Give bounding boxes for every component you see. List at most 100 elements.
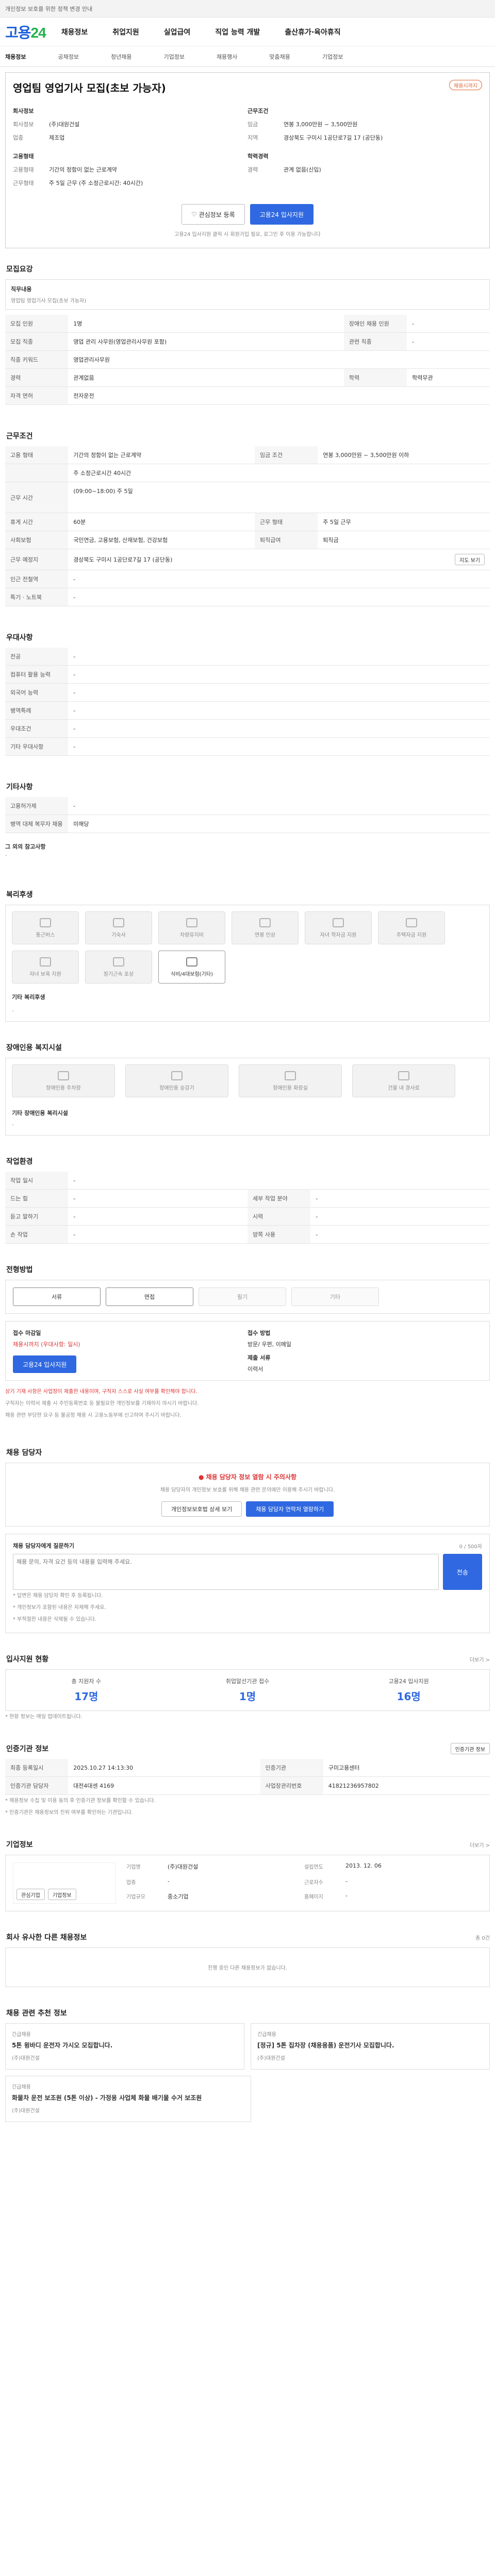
contact-box: ● 채용 담당자 정보 열람 시 주의사항 채용 담당자의 개인정보 보호를 위… <box>5 1463 490 1527</box>
rec-row: 긴급채용 화물차 운전 보조원 (5톤 이상) - 가정용 사업체 화물 배기물… <box>5 2076 490 2122</box>
disability-title: 장애인용 복지시설 <box>6 1044 62 1052</box>
rec-card[interactable]: 긴급채용 5톤 윙바디 운전자 가시오 모집합니다. (주)대원건설 <box>5 2023 244 2070</box>
table-row: 직종 키워드 영업관리사무원 <box>5 350 490 369</box>
map-button[interactable]: 지도 보기 <box>455 554 485 565</box>
other-etc-label: 그 외의 참고사항 <box>5 843 46 850</box>
company-logo-area: 관심기업 기업정보 <box>13 1862 116 1904</box>
disability-box: 장애인용 주차장 장애인용 승강기 장애인용 화장실 건물 내 경사로 기타 장… <box>5 1058 490 1136</box>
menu-item-benefit[interactable]: 실업급여 <box>164 27 191 37</box>
table-row: 전공 - <box>5 648 490 666</box>
table-row: 드는 힘 - 세부 작업 분야 - <box>5 1189 490 1208</box>
rec-card[interactable]: 긴급채용 [정규] 5톤 집차장 (채용용품) 운전기사 모집합니다. (주)대… <box>251 2023 490 2070</box>
company-name[interactable]: (주)대원건설 <box>49 120 79 128</box>
sub-item[interactable]: 공채정보 <box>58 53 78 61</box>
welfare-tile-active: 식비/4대보험(기타) <box>158 951 225 984</box>
deadline: 채용시까지 (우대사항: 일시) <box>13 1341 80 1348</box>
table-row: 특기 · 노트북 - <box>5 588 490 606</box>
table-row: 모집 직종 영업 관리 사무원(영업관리사무원 포함) 관련 직종 - <box>5 332 490 351</box>
sub-item[interactable]: 채용행사 <box>217 53 237 61</box>
table-row: 고용 형태 기간의 정함이 없는 근로계약 임금 조건 연봉 3,000만원 ~ 3,… <box>5 446 490 464</box>
tuition-icon <box>333 918 344 927</box>
welfare-tile: 자녀 보육 지원 <box>12 951 79 984</box>
founded-value: 2013. 12. 06 <box>345 1862 382 1869</box>
fav-company-button[interactable]: 관심기업 <box>16 1889 45 1900</box>
view-contact-button[interactable]: 채용 담당자 연락처 열람하기 <box>246 1501 334 1517</box>
sub-nav: 채용정보 공채정보 청년채용 기업정보 채용행사 맞춤채용 기업정보 <box>0 46 495 67</box>
table-row: 근무 시간 (09:00~18:00) 주 5일 <box>5 482 490 513</box>
table-row: 듣고 말하기 - 시력 - <box>5 1207 490 1226</box>
top-notice-bar: 개인정보 보호를 위한 정책 변경 안내 <box>0 0 495 18</box>
status-box: 총 지원자 수 17명 취업알선기관 접수 1명 고용24 입사지원 16명 <box>5 1669 490 1711</box>
recruit-table: 모집 인원 1명 장애인 채용 인원 - 모집 직종 영업 관리 사무원(영업관리사무원… <box>5 315 490 405</box>
dorm-icon <box>113 918 124 927</box>
raise-icon <box>259 918 271 927</box>
apply-note: 고용24 입사지원 클릭 시 회원가입 필요, 로그인 후 이용 가능합니다 <box>174 232 321 238</box>
employment-label: 고용형태 <box>13 153 34 160</box>
table-row: 주 소정근로시간 40시간 <box>5 464 490 482</box>
company-info-button[interactable]: 기업정보 <box>47 1889 76 1900</box>
table-row: 병역특례 - <box>5 701 490 720</box>
sub-item[interactable]: 채용정보 <box>5 53 26 61</box>
qna-input[interactable] <box>13 1554 439 1590</box>
site-logo[interactable]: 고용24 <box>5 22 46 42</box>
qna-send-button[interactable]: 전송 <box>442 1554 482 1590</box>
table-row: 기타 우대사항 - <box>5 737 490 756</box>
welfare-tile: 기숙사 <box>85 911 152 944</box>
table-row: 자격 면허 전자운전 <box>5 386 490 405</box>
privacy-detail-button[interactable]: 개인정보보호법 상세 보기 <box>161 1501 242 1517</box>
company-more-link[interactable]: 더보기 > <box>470 1841 490 1849</box>
menu-item-training[interactable]: 직업 능력 개발 <box>215 27 260 37</box>
contact-warning: ● 채용 담당자 정보 열람 시 주의사항 <box>198 1473 297 1481</box>
scrap-button[interactable]: ♡ 관심정보 등록 <box>182 204 245 225</box>
company-name-value: (주)대원건설 <box>168 1863 199 1870</box>
job-title-row: 영업팀 영업기사 모집(초보 가능자) 채용시까지 <box>13 80 482 95</box>
ramp-icon <box>398 1071 409 1080</box>
deadline-badge: 채용시까지 <box>449 80 482 90</box>
job-summary: 영업팀 영업기사 모집(초보 가능자) 채용시까지 회사정보 회사정보 (주)대원… <box>5 72 490 248</box>
welfare-tile: 장기근속 포상 <box>85 951 152 984</box>
menu-item-support[interactable]: 취업지원 <box>112 27 139 37</box>
contact-title: 채용 담당자 <box>6 1449 42 1457</box>
company-title: 기업정보 <box>6 1841 33 1849</box>
disability-tile: 건물 내 경사로 <box>352 1064 455 1097</box>
env-table: 작업 일시 - 드는 힘 - 세부 작업 분야 - 듣고 말하기 - 시력 - 손 작업 - 양쪽… <box>5 1172 490 1244</box>
work-title: 근무조건 <box>6 432 33 440</box>
company-box: 관심기업 기업정보 기업명 (주)대원건설 설립연도 2013. 12. 06 업종… <box>5 1855 490 1911</box>
main-menu: 채용정보 취업지원 실업급여 직업 능력 개발 출산휴가·육아휴직 <box>61 27 341 37</box>
receipt-apply-button[interactable]: 고용24 입사지원 <box>13 1355 77 1373</box>
method-title: 전형방법 <box>6 1266 33 1274</box>
employment-type: 기간의 정함이 없는 근로계약 <box>49 166 117 173</box>
table-row: 최종 등록일시 2025.10.27 14:13:30 인증기관 구미고용센터 <box>5 1759 490 1777</box>
car-icon <box>186 918 197 927</box>
sub-item[interactable]: 맞춤채용 <box>269 53 290 61</box>
heart-icon: ♡ <box>191 211 199 218</box>
rec-card[interactable]: 긴급채용 화물차 운전 보조원 (5톤 이상) - 가정용 사업체 화물 배기물… <box>5 2076 251 2122</box>
same-empty: 진행 중인 다른 채용정보가 없습니다. <box>208 1965 287 1971</box>
welfare-other-label: 기타 복리후생 <box>12 994 45 1001</box>
menu-item-jobs[interactable]: 채용정보 <box>61 27 88 37</box>
table-row: 경력 관계없음 학력 학력무관 <box>5 368 490 387</box>
sub-item[interactable]: 청년채용 <box>111 53 131 61</box>
env-title: 작업환경 <box>6 1158 33 1166</box>
welfare-tile: 연봉 인상 <box>232 911 299 944</box>
receipt-docs: 이력서 <box>248 1366 263 1372</box>
qna-title: 채용 담당자에게 질문하기 <box>13 1543 74 1549</box>
status-more-link[interactable]: 더보기 > <box>470 1655 490 1663</box>
work-type: 주 5일 근무 (주 소정근로시간: 40시간) <box>49 180 143 187</box>
apply-button[interactable]: 고용24 입사지원 <box>250 204 314 225</box>
method-chip-written: 필기 <box>199 1287 286 1306</box>
rec-title: 채용 관련 추천 정보 <box>6 2009 67 2018</box>
info-badge-button[interactable]: 인증기관 정보 <box>450 1743 490 1754</box>
method-box: 서류 면접 필기 기타 <box>5 1280 490 1314</box>
career-label: 학력경력 <box>248 153 269 160</box>
method-chip-etc: 기타 <box>291 1287 379 1306</box>
sub-item[interactable]: 기업정보 <box>322 53 343 61</box>
notice-text[interactable]: 개인정보 보호를 위한 정책 변경 안내 <box>5 5 92 13</box>
receipt-box: 접수 마감일 채용시까지 (우대사항: 일시) 고용24 입사지원 접수 방법 … <box>5 1321 490 1381</box>
qna-box: 채용 담당자에게 질문하기 0 / 500자 전송 * 답변은 채용 담당자 확… <box>5 1534 490 1633</box>
alert-icon: ● <box>198 1473 206 1481</box>
salary: 연봉 3,000만원 ~ 3,500만원 <box>284 121 358 128</box>
menu-item-leave[interactable]: 출산휴가·육아휴직 <box>285 27 340 37</box>
prefer-title: 우대사항 <box>6 634 33 642</box>
sub-item[interactable]: 기업정보 <box>163 53 184 61</box>
